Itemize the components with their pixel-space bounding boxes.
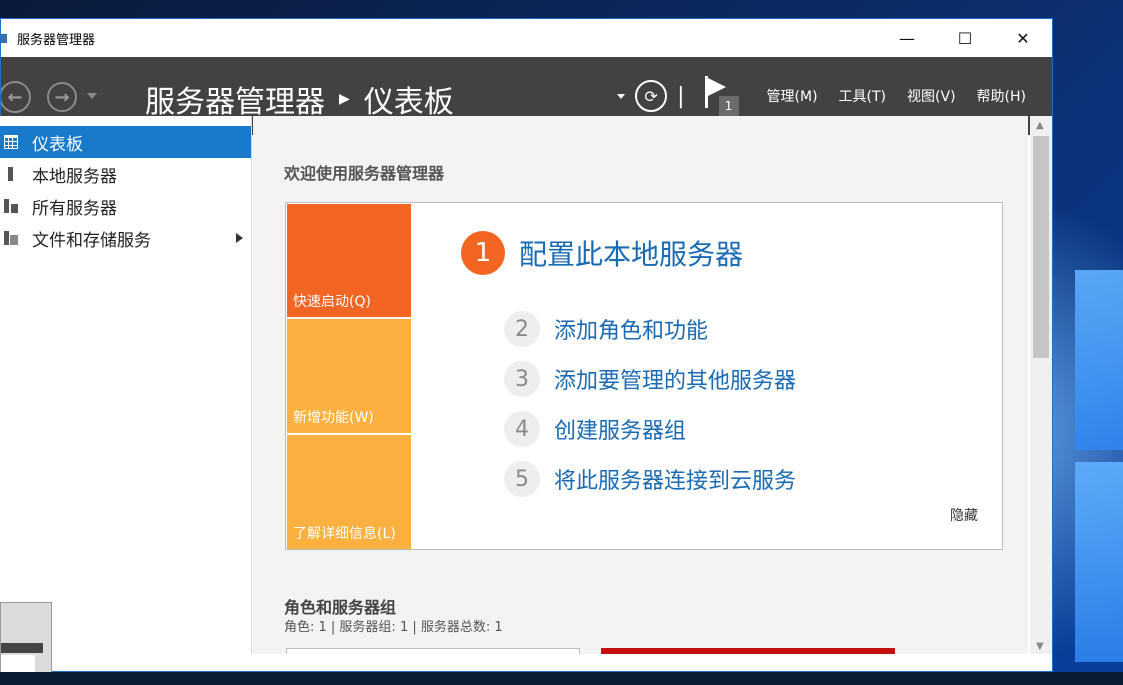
step-number: 3 [504,361,540,397]
sidebar-item-all-servers[interactable]: 所有服务器 [0,190,251,222]
notifications-flag-icon[interactable]: 1 [703,76,739,116]
sidebar-item-file-storage[interactable]: 文件和存储服务 [0,222,251,254]
step-link[interactable]: 添加要管理的其他服务器 [554,363,796,395]
window-controls: — ☐ ✕ [878,19,1052,57]
sidebar-item-local-server[interactable]: 本地服务器 [0,158,251,190]
step-add-roles[interactable]: 2 添加角色和功能 [504,311,708,347]
step-link[interactable]: 创建服务器组 [554,413,686,445]
toolbar-divider: | [677,83,685,109]
notification-count-badge: 1 [718,96,739,116]
roles-section-title: 角色和服务器组 [284,598,397,617]
window-title: 服务器管理器 [17,32,96,48]
title-bar: 服务器管理器 — ☐ ✕ [1,19,1052,57]
server-manager-app-icon [1,32,13,44]
wallpaper-pane [1075,462,1123,662]
refresh-icon[interactable]: ⟳ [635,80,668,112]
sidebar-item-label: 所有服务器 [32,198,117,219]
menu-view[interactable]: 视图(V) [907,86,956,106]
breadcrumb-app[interactable]: 服务器管理器 [145,77,325,121]
tile-quick-start[interactable]: 快速启动(Q) [287,204,411,317]
sidebar-list: 仪表板 本地服务器 所有服务器 文件和存储服务 [0,116,251,251]
breadcrumb: 服务器管理器 ▶ 仪表板 [145,77,454,121]
sidebar-item-label: 仪表板 [32,134,83,155]
step-link[interactable]: 将此服务器连接到云服务 [554,463,796,495]
servers-icon [4,199,18,213]
breadcrumb-dropdown-icon[interactable] [617,93,626,99]
step-number: 2 [504,311,540,347]
menu-help[interactable]: 帮助(H) [977,86,1026,106]
step-number: 1 [461,231,505,275]
step-create-group[interactable]: 4 创建服务器组 [504,411,686,447]
close-button[interactable]: ✕ [994,19,1052,57]
tile-whats-new[interactable]: 新增功能(W) [287,319,411,433]
taskbar [0,672,1123,685]
dashboard-grid-icon [4,135,18,149]
flag-cloth [707,78,726,96]
step-connect-cloud[interactable]: 5 将此服务器连接到云服务 [504,461,796,497]
wallpaper-pane [1075,270,1123,450]
menu-tools[interactable]: 工具(T) [839,86,886,106]
sidebar: 仪表板 本地服务器 所有服务器 文件和存储服务 [0,116,252,654]
maximize-button[interactable]: ☐ [936,19,994,57]
step-configure-local-server[interactable]: 1 配置此本地服务器 [461,231,743,275]
file-storage-icon [4,231,18,245]
vertical-scrollbar[interactable]: ▲ ▼ [1030,116,1052,654]
step-link[interactable]: 添加角色和功能 [554,313,708,345]
minimize-button[interactable]: — [878,19,936,57]
server-icon [8,167,13,181]
tile-label: 了解详细信息(L) [293,526,396,542]
nav-history-dropdown-icon[interactable] [87,93,97,99]
scroll-up-icon[interactable]: ▲ [1036,120,1044,131]
step-number: 5 [504,461,540,497]
scrollbar-thumb[interactable] [1033,136,1049,358]
scroll-down-icon[interactable]: ▼ [1036,641,1044,652]
quick-start-panel: 快速启动(Q) 新增功能(W) 了解详细信息(L) 1 配置此本地服务器 2 添… [285,202,1003,550]
sidebar-item-label: 文件和存储服务 [32,230,151,251]
breadcrumb-separator-icon: ▶ [339,91,350,107]
thumbnail-header [1,643,43,653]
dashboard-content: 欢迎使用服务器管理器 快速启动(Q) 新增功能(W) 了解详细信息(L) 1 配… [253,116,1028,654]
menu-manage[interactable]: 管理(M) [767,86,818,106]
step-link[interactable]: 配置此本地服务器 [519,233,743,273]
step-number: 4 [504,411,540,447]
roles-summary: 角色: 1 | 服务器组: 1 | 服务器总数: 1 [284,620,503,635]
breadcrumb-page: 仪表板 [363,85,454,120]
forward-arrow-icon[interactable]: → [47,82,77,112]
step-add-servers[interactable]: 3 添加要管理的其他服务器 [504,361,796,397]
role-card[interactable] [286,648,580,654]
tile-label: 新增功能(W) [293,410,374,426]
tile-learn-more[interactable]: 了解详细信息(L) [287,435,411,549]
sidebar-item-label: 本地服务器 [32,166,117,187]
hide-link[interactable]: 隐藏 [950,505,978,525]
back-arrow-icon[interactable]: ← [1,81,31,113]
tile-label: 快速启动(Q) [293,294,371,310]
sidebar-item-dashboard[interactable]: 仪表板 [0,126,251,158]
expand-arrow-icon[interactable] [236,233,243,243]
welcome-heading: 欢迎使用服务器管理器 [284,164,445,183]
role-card-alert[interactable] [601,648,895,654]
